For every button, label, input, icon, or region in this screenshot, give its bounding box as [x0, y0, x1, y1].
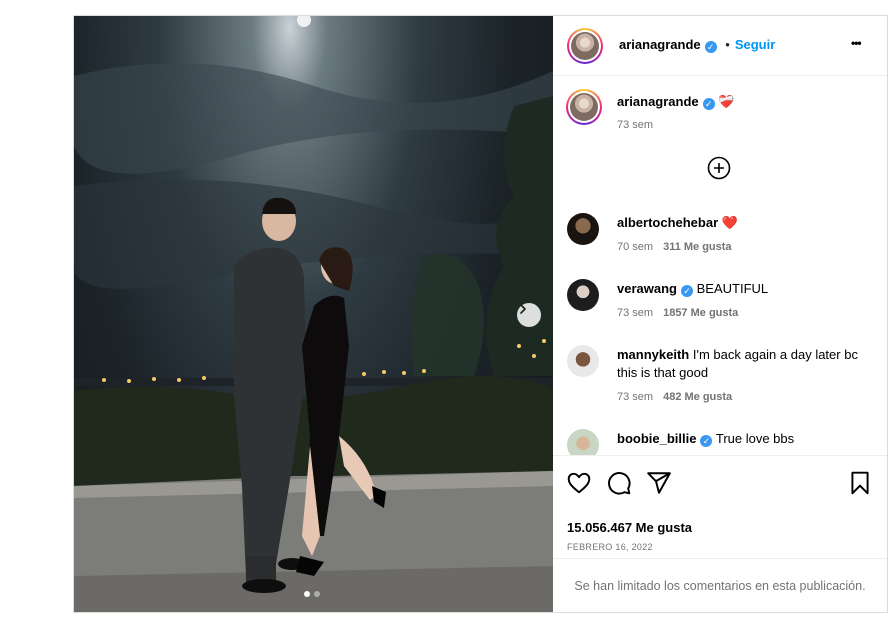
comment-avatar[interactable] — [567, 429, 599, 455]
save-icon[interactable] — [847, 470, 873, 496]
post-container: arianagrande ✓ • Seguir ••• arianagrande ✓ … — [73, 15, 888, 613]
verified-badge-icon: ✓ — [680, 285, 693, 297]
comment-username[interactable]: boobie_billie — [617, 431, 696, 446]
comment-item: albertochehebar ❤️ 70 sem 311 Me gusta — [567, 213, 877, 263]
comment-text: ❤️ — [721, 215, 738, 230]
header-user-line: arianagrande ✓ • Seguir — [619, 37, 775, 53]
comments-panel: arianagrande ✓ ❤️‍🩹 73 sem albertocheheba… — [553, 76, 887, 456]
post-photo[interactable] — [74, 16, 553, 612]
comment-text: True love bbs — [715, 431, 795, 446]
next-photo-button[interactable] — [517, 303, 541, 327]
comment-likes[interactable]: 482 Me gusta — [663, 391, 732, 403]
comment-username[interactable]: albertochehebar — [617, 215, 718, 230]
comment-likes[interactable]: 311 Me gusta — [663, 241, 731, 253]
comment-avatar[interactable] — [567, 279, 599, 311]
verified-badge-icon: ✓ — [702, 98, 715, 110]
caption-text: ❤️‍🩹 — [718, 94, 735, 109]
comment-icon[interactable] — [606, 470, 632, 496]
post-actions: 15.056.467 Me gusta FEBRERO 16, 2022 — [553, 456, 887, 556]
comment-text: BEAUTIFUL — [696, 281, 769, 296]
verified-badge-icon: ✓ — [700, 435, 713, 447]
header-separator: • — [725, 37, 730, 52]
caption-time: 73 sem — [617, 119, 654, 131]
comment-username[interactable]: mannykeith — [617, 347, 689, 362]
caption: arianagrande ✓ ❤️‍🩹 73 sem — [566, 89, 877, 139]
post-sidebar: arianagrande ✓ • Seguir ••• arianagrande ✓ … — [553, 16, 887, 612]
like-icon[interactable] — [566, 470, 592, 496]
likes-count[interactable]: 15.056.467 Me gusta — [567, 520, 692, 535]
comment-item: boobie_billie ✓ True love bbs — [567, 429, 877, 455]
comment-likes[interactable]: 1857 Me gusta — [663, 307, 738, 319]
comment-item: verawang ✓ BEAUTIFUL 73 sem 1857 Me gusta — [567, 279, 877, 329]
author-avatar-image — [571, 32, 599, 60]
share-icon[interactable] — [646, 470, 672, 496]
comment-item: mannykeith I'm back again a day later bc… — [567, 345, 877, 413]
comment-username[interactable]: verawang — [617, 281, 677, 296]
carousel-indicator — [304, 591, 320, 597]
post-header: arianagrande ✓ • Seguir ••• — [553, 16, 887, 76]
follow-button[interactable]: Seguir — [735, 37, 775, 52]
comments-limited-notice: Se han limitado los comentarios en esta … — [553, 558, 887, 612]
comment-time: 70 sem — [617, 241, 654, 253]
comment-time: 73 sem — [617, 391, 654, 403]
load-more-comments-icon[interactable] — [707, 156, 731, 180]
carousel-dot — [314, 591, 320, 597]
more-options-icon[interactable]: ••• — [851, 36, 862, 50]
verified-badge-icon: ✓ — [704, 41, 717, 53]
comment-time: 73 sem — [617, 307, 654, 319]
next-arrow-icon — [520, 304, 526, 314]
comment-avatar[interactable] — [567, 213, 599, 245]
photo-scene — [74, 16, 553, 612]
author-avatar[interactable] — [567, 28, 603, 64]
comment-avatar[interactable] — [567, 345, 599, 377]
post-date[interactable]: FEBRERO 16, 2022 — [567, 542, 653, 552]
caption-username[interactable]: arianagrande — [617, 94, 699, 109]
caption-avatar[interactable] — [566, 89, 602, 125]
carousel-dot-active — [304, 591, 310, 597]
author-username[interactable]: arianagrande — [619, 37, 701, 52]
